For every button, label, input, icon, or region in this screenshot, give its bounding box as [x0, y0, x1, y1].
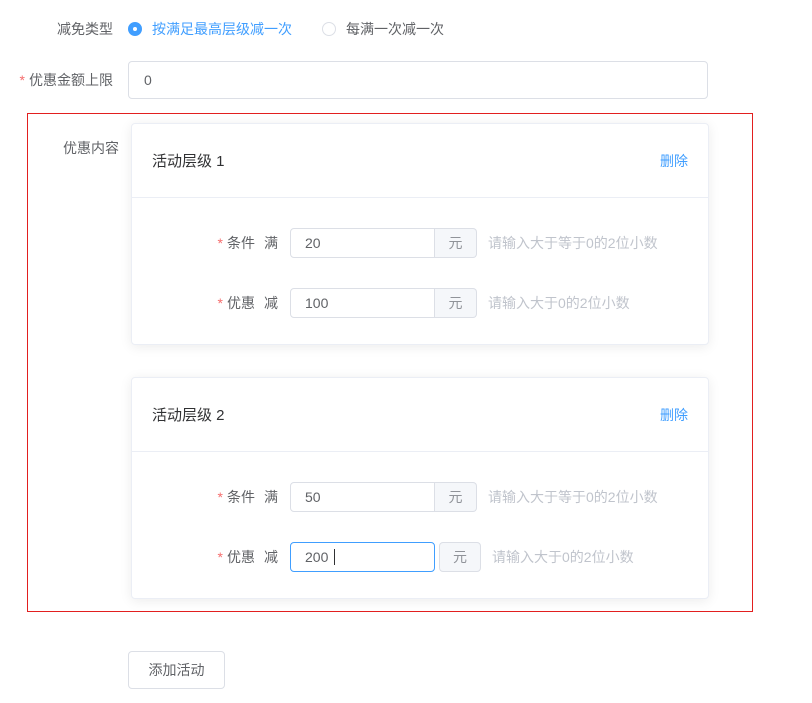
text-cursor [334, 549, 335, 565]
tier-card-2-body: *条件满 元 请输入大于等于0的2位小数 *优惠减 [132, 452, 708, 598]
tier-2-condition-input-group: 元 [290, 482, 477, 512]
tier-card-2-delete-link[interactable]: 删除 [660, 405, 688, 425]
required-asterisk: * [218, 235, 223, 251]
required-asterisk: * [218, 549, 223, 565]
tier-1-condition-row: *条件满 元 请输入大于等于0的2位小数 [152, 228, 688, 258]
tier-card-1: 活动层级 1 删除 *条件满 元 请输入大于等于0的2位小数 *优惠减 [131, 123, 709, 345]
tier-1-condition-input[interactable] [290, 228, 435, 258]
reduction-type-row: 减免类型 按满足最高层级减一次 每满一次减一次 [0, 0, 812, 36]
radio-selected-icon [128, 22, 142, 36]
required-asterisk: * [218, 295, 223, 311]
discount-limit-row: *优惠金额上限 [0, 61, 812, 99]
radio-highest-tier-once[interactable]: 按满足最高层级减一次 [128, 22, 292, 36]
tier-list: 活动层级 1 删除 *条件满 元 请输入大于等于0的2位小数 *优惠减 [131, 123, 709, 599]
tier-2-discount-input-focused[interactable] [290, 542, 435, 572]
tier-1-discount-input-group: 元 [290, 288, 477, 318]
discount-content-label: 优惠内容 [28, 123, 119, 155]
tier-2-condition-unit: 元 [435, 482, 477, 512]
add-activity-button[interactable]: 添加活动 [128, 651, 225, 689]
tier-1-discount-row: *优惠减 元 请输入大于0的2位小数 [152, 288, 688, 318]
required-asterisk: * [218, 489, 223, 505]
tier-card-2-title: 活动层级 2 [152, 404, 225, 425]
discount-limit-label: *优惠金额上限 [0, 73, 113, 87]
required-asterisk: * [20, 72, 25, 88]
tier-1-discount-unit: 元 [435, 288, 477, 318]
tier-card-1-header: 活动层级 1 删除 [132, 124, 708, 198]
tier-1-condition-input-group: 元 [290, 228, 477, 258]
tier-card-2-header: 活动层级 2 删除 [132, 378, 708, 452]
tier-1-condition-hint: 请输入大于等于0的2位小数 [488, 233, 658, 253]
tier-1-condition-unit: 元 [435, 228, 477, 258]
tier-1-condition-label: *条件满 [152, 236, 278, 250]
tier-1-discount-input[interactable] [290, 288, 435, 318]
tier-1-discount-hint: 请输入大于0的2位小数 [488, 293, 630, 313]
tier-2-discount-row: *优惠减 元 请输入大于0的2位小数 [152, 542, 688, 572]
tier-1-discount-label: *优惠减 [152, 296, 278, 310]
tier-2-condition-label: *条件满 [152, 490, 278, 504]
tier-2-discount-input-group: 元 [290, 542, 481, 572]
tier-2-condition-hint: 请输入大于等于0的2位小数 [488, 487, 658, 507]
radio-every-time-once-label: 每满一次减一次 [346, 22, 444, 36]
radio-unselected-icon [322, 22, 336, 36]
tier-2-discount-unit: 元 [439, 542, 481, 572]
tier-card-2: 活动层级 2 删除 *条件满 元 请输入大于等于0的2位小数 *优惠减 [131, 377, 709, 599]
tier-card-1-body: *条件满 元 请输入大于等于0的2位小数 *优惠减 元 请输入大 [132, 198, 708, 344]
tier-card-1-title: 活动层级 1 [152, 150, 225, 171]
tier-card-1-delete-link[interactable]: 删除 [660, 151, 688, 171]
tier-2-condition-row: *条件满 元 请输入大于等于0的2位小数 [152, 482, 688, 512]
radio-highest-tier-once-label: 按满足最高层级减一次 [152, 22, 292, 36]
tier-2-discount-hint: 请输入大于0的2位小数 [492, 547, 634, 567]
reduction-type-label: 减免类型 [0, 22, 113, 36]
tier-2-condition-input[interactable] [290, 482, 435, 512]
discount-limit-input[interactable] [128, 61, 708, 99]
discount-form: 减免类型 按满足最高层级减一次 每满一次减一次 *优惠金额上限 优惠内容 活动层… [0, 0, 812, 703]
radio-every-time-once[interactable]: 每满一次减一次 [322, 22, 444, 36]
discount-content-section: 优惠内容 活动层级 1 删除 *条件满 元 请输入大于等于0的2位小数 [27, 113, 753, 612]
tier-2-discount-label: *优惠减 [152, 550, 278, 564]
